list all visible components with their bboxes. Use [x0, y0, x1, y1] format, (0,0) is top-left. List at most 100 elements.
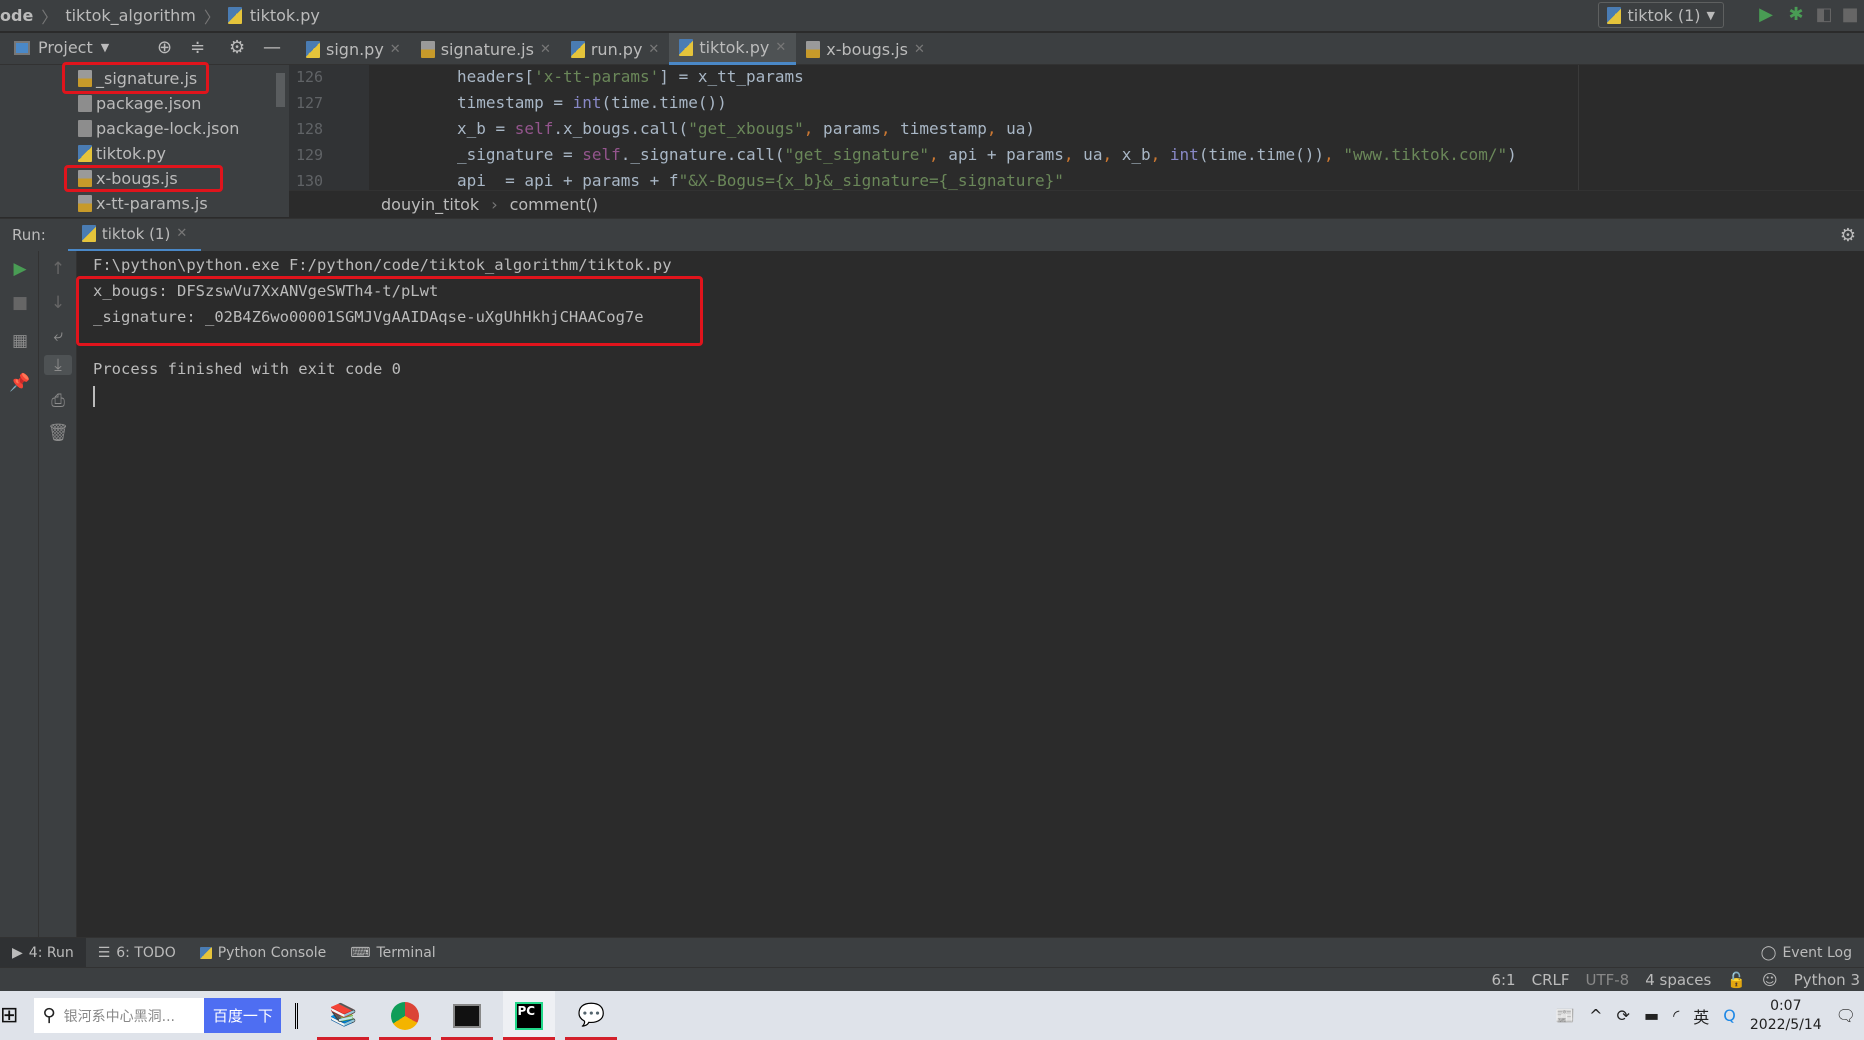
tool-terminal[interactable]: ⌨ Terminal: [338, 938, 447, 968]
windows-start-icon[interactable]: ⊞: [0, 1003, 18, 1028]
stop-icon[interactable]: ■: [1840, 4, 1860, 26]
tool-event-log[interactable]: ◯ Event Log: [1749, 938, 1864, 968]
breadcrumb-class[interactable]: douyin_titok: [381, 195, 479, 214]
run-config-select[interactable]: tiktok (1) ▼: [1598, 2, 1724, 28]
lock-icon[interactable]: 🔓: [1727, 971, 1746, 989]
line-number: 130: [296, 172, 324, 190]
rerun-icon[interactable]: ▶: [8, 259, 32, 279]
file-encoding[interactable]: UTF-8: [1585, 971, 1629, 989]
baidu-search-input[interactable]: ⚲ 银河系中心黑洞...: [34, 998, 205, 1033]
tab-tiktok-py[interactable]: tiktok.py ✕: [669, 33, 797, 65]
qq-browser-icon[interactable]: Q: [1723, 1006, 1736, 1025]
tool-todo[interactable]: ☰ 6: TODO: [86, 938, 188, 968]
baidu-search-button[interactable]: 百度一下: [204, 998, 282, 1033]
project-header[interactable]: Project ▼: [14, 38, 109, 57]
interpreter[interactable]: Python 3: [1794, 971, 1860, 989]
search-placeholder: 银河系中心黑洞...: [63, 1008, 175, 1025]
python-icon: [1607, 6, 1622, 24]
highlight-box: [64, 165, 223, 192]
trash-icon[interactable]: 🗑: [46, 423, 70, 443]
coverage-icon[interactable]: ◧: [1814, 4, 1834, 26]
clock[interactable]: 0:07 2022/5/14: [1750, 997, 1822, 1035]
scroll-to-end-icon[interactable]: ⤓: [44, 355, 72, 375]
line-separator[interactable]: CRLF: [1532, 971, 1570, 989]
scrollbar[interactable]: [276, 73, 285, 107]
close-icon[interactable]: ✕: [390, 42, 401, 57]
tree-item[interactable]: package.json: [78, 91, 201, 116]
battery-icon[interactable]: ▬: [1644, 1006, 1659, 1025]
close-icon[interactable]: ✕: [914, 42, 925, 57]
inspector-icon[interactable]: ☺: [1762, 971, 1778, 989]
tab-x-bougs-js[interactable]: x-bougs.js ✕: [796, 33, 935, 65]
tab-label: x-bougs.js: [826, 39, 908, 59]
console-output[interactable]: [77, 251, 1864, 937]
pin-icon[interactable]: 📌: [8, 373, 32, 393]
layout-icon[interactable]: ▦: [8, 331, 32, 351]
python-file-icon: [78, 145, 92, 162]
python-icon: [199, 946, 212, 959]
tool-python-console[interactable]: Python Console: [188, 938, 339, 968]
sync-icon[interactable]: ⟳: [1617, 1006, 1630, 1025]
chrome-app-icon[interactable]: [379, 991, 432, 1040]
wechat-app-icon[interactable]: 💬: [565, 991, 618, 1040]
breadcrumb-method[interactable]: comment(): [510, 195, 599, 214]
event-log-icon: ◯: [1760, 944, 1777, 961]
tab-signature-js[interactable]: signature.js ✕: [411, 33, 561, 65]
close-icon[interactable]: ✕: [648, 42, 659, 57]
arrow-down-icon[interactable]: ↓: [46, 293, 70, 313]
tab-sign-py[interactable]: sign.py ✕: [296, 33, 411, 65]
winrar-app-icon[interactable]: 📚: [317, 991, 370, 1040]
python-file-icon: [306, 40, 320, 58]
pycharm-app-icon[interactable]: PC: [503, 991, 556, 1040]
tab-run-py[interactable]: run.py ✕: [561, 33, 669, 65]
divider: [295, 1002, 299, 1029]
locate-icon[interactable]: ⊕: [157, 37, 172, 58]
chevron-icon: ›: [491, 194, 498, 214]
gear-icon[interactable]: ⚙: [229, 37, 245, 58]
breadcrumb-code[interactable]: ode: [0, 6, 33, 25]
json-file-icon: [78, 95, 92, 112]
chevron-up-icon[interactable]: ^: [1589, 1006, 1602, 1025]
tree-item-label: package.json: [96, 94, 202, 113]
collapse-icon[interactable]: ≑: [190, 37, 205, 58]
stop-icon[interactable]: ■: [8, 293, 32, 313]
close-icon[interactable]: ✕: [176, 226, 187, 241]
run-tab[interactable]: tiktok (1) ✕: [67, 219, 202, 252]
gear-icon[interactable]: ⚙: [1840, 225, 1856, 246]
ime-icon[interactable]: 英: [1693, 1004, 1709, 1028]
notification-icon[interactable]: 🗨: [1836, 1006, 1856, 1025]
highlight-box: [62, 62, 209, 94]
tree-item-label: x-tt-params.js: [96, 194, 208, 213]
breadcrumb-file[interactable]: tiktok.py: [250, 6, 320, 25]
caret-position[interactable]: 6:1: [1491, 971, 1515, 989]
news-icon[interactable]: 📰: [1555, 1006, 1575, 1025]
console-line: F:\python\python.exe F:/python/code/tikt…: [93, 256, 672, 274]
list-icon: ☰: [97, 944, 111, 961]
tab-label: signature.js: [440, 39, 534, 59]
run-tab-label: tiktok (1): [101, 224, 171, 243]
print-icon[interactable]: ⎙: [46, 391, 70, 411]
line-number: 127: [296, 94, 324, 112]
debug-icon[interactable]: ✱: [1786, 4, 1806, 26]
close-icon[interactable]: ✕: [540, 42, 551, 57]
terminal-app-icon[interactable]: [441, 991, 494, 1040]
run-icon[interactable]: ▶: [1756, 4, 1776, 26]
tree-item[interactable]: package-lock.json: [78, 116, 239, 141]
arrow-up-icon[interactable]: ↑: [46, 259, 70, 279]
tool-window-bar: ▶ 4: Run ☰ 6: TODO Python Console ⌨ Termina…: [0, 937, 1864, 968]
chevron-icon: 〉: [203, 7, 220, 27]
indent-setting[interactable]: 4 spaces: [1645, 971, 1711, 989]
console-line: Process finished with exit code 0: [93, 360, 401, 378]
tree-item[interactable]: tiktok.py: [78, 141, 166, 166]
run-icon: ▶: [12, 944, 23, 961]
tool-run[interactable]: ▶ 4: Run: [0, 937, 86, 968]
breadcrumb-project[interactable]: tiktok_algorithm: [65, 6, 196, 25]
tree-item[interactable]: x-tt-params.js: [78, 191, 208, 216]
minimize-icon[interactable]: —: [263, 37, 281, 58]
python-icon: [81, 225, 96, 242]
wifi-icon[interactable]: ◜: [1673, 1006, 1679, 1025]
search-icon: ⚲: [42, 1005, 56, 1026]
soft-wrap-icon[interactable]: ⤶: [46, 326, 70, 346]
tab-label: run.py: [590, 39, 643, 59]
close-icon[interactable]: ✕: [775, 40, 786, 55]
